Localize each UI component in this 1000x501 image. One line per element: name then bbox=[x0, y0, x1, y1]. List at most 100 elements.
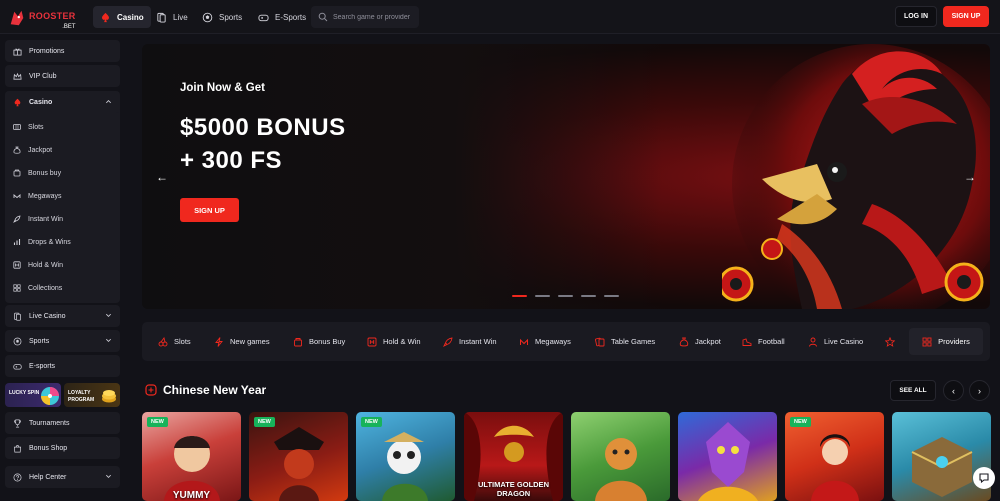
cards-icon bbox=[595, 337, 605, 346]
category-favorites[interactable] bbox=[885, 333, 895, 350]
category-megaways[interactable]: Megaways bbox=[519, 333, 571, 350]
game-tile[interactable] bbox=[571, 412, 670, 501]
sidebar-item-promotions[interactable]: Promotions bbox=[5, 40, 120, 62]
carousel-dot[interactable] bbox=[558, 295, 573, 297]
providers-button[interactable]: Providers bbox=[909, 328, 983, 355]
login-button[interactable]: LOG IN bbox=[895, 6, 937, 27]
sidebar-sub-hold-win[interactable]: Hold & Win bbox=[13, 256, 63, 274]
category-jackpot[interactable]: Jackpot bbox=[679, 333, 721, 350]
sidebar-item-tournaments[interactable]: Tournaments bbox=[5, 412, 120, 434]
chat-button[interactable] bbox=[973, 467, 995, 489]
shop-icon bbox=[13, 444, 22, 452]
game-tile[interactable] bbox=[678, 412, 777, 501]
star-icon bbox=[885, 336, 895, 347]
trophy-icon bbox=[13, 419, 22, 427]
bonus-box-icon bbox=[294, 337, 302, 346]
chevron-down-icon bbox=[106, 313, 111, 317]
banner-subtitle: Join Now & Get bbox=[180, 82, 265, 94]
wheel-icon bbox=[41, 387, 59, 405]
carousel-dot[interactable] bbox=[581, 295, 596, 297]
chevron-up-icon bbox=[106, 100, 111, 104]
sidebar-item-vip[interactable]: VIP Club bbox=[5, 65, 120, 87]
category-live-casino[interactable]: Live Casino bbox=[808, 333, 863, 350]
sidebar-sub-jackpot[interactable]: Jackpot bbox=[13, 141, 52, 159]
chevron-left-icon: ‹ bbox=[952, 385, 955, 396]
nav-casino[interactable]: Casino bbox=[93, 6, 151, 28]
category-label: Slots bbox=[174, 337, 191, 346]
new-badge: NEW bbox=[147, 417, 168, 427]
sidebar-sub-label: Megaways bbox=[28, 192, 62, 200]
carousel-dot[interactable] bbox=[604, 295, 619, 297]
category-new-games[interactable]: New games bbox=[214, 333, 270, 350]
banner-prev-arrow-icon[interactable]: ← bbox=[156, 170, 168, 184]
coins-icon bbox=[102, 390, 116, 403]
sidebar-sub-slots[interactable]: Slots bbox=[13, 118, 44, 136]
chart-bars-icon bbox=[13, 239, 21, 245]
game-tile[interactable]: NEW bbox=[785, 412, 884, 501]
lightning-icon bbox=[215, 336, 223, 347]
game-title: ULTIMATE GOLDEN DRAGON bbox=[478, 480, 549, 498]
sidebar-sub-bonus-buy[interactable]: Bonus buy bbox=[13, 164, 61, 182]
game-tile[interactable]: NEW bbox=[249, 412, 348, 501]
banner-next-arrow-icon[interactable]: → bbox=[964, 170, 976, 184]
category-instant-win[interactable]: Instant Win bbox=[443, 333, 497, 350]
loyalty-program-tile[interactable]: LOYALTY PROGRAM bbox=[64, 383, 120, 407]
nav-esports[interactable]: E-Sports bbox=[251, 6, 313, 28]
sidebar-casino-group: Casino Slots Jackpot Bonus buy Megaways … bbox=[5, 91, 120, 303]
logo-name: ROOSTER bbox=[29, 10, 76, 21]
category-hold-win[interactable]: Hold & Win bbox=[367, 333, 421, 350]
category-label: Jackpot bbox=[695, 337, 721, 346]
rooster-illustration bbox=[722, 44, 990, 309]
game-tile[interactable]: ULTIMATE GOLDEN DRAGON bbox=[464, 412, 563, 501]
site-logo[interactable]: ROOSTER .BET bbox=[8, 6, 84, 30]
game-tile[interactable]: NEW YUMMY bbox=[142, 412, 241, 501]
signup-button[interactable]: SIGN UP bbox=[943, 6, 989, 27]
spade-icon bbox=[14, 98, 21, 106]
nav-sports[interactable]: Sports bbox=[195, 6, 249, 28]
grid-icon bbox=[13, 284, 21, 292]
prev-button[interactable]: ‹ bbox=[943, 380, 964, 401]
game-tile[interactable]: NEW bbox=[356, 412, 455, 501]
sidebar-sub-label: Collections bbox=[28, 284, 63, 292]
search-input[interactable] bbox=[333, 13, 419, 21]
chat-icon bbox=[979, 473, 989, 484]
game-tile[interactable] bbox=[892, 412, 991, 501]
new-badge: NEW bbox=[361, 417, 382, 427]
sidebar-item-casino[interactable]: Casino bbox=[5, 91, 120, 113]
banner-signup-button[interactable]: SIGN UP bbox=[180, 198, 239, 222]
sidebar-item-label: Casino bbox=[29, 98, 53, 106]
hold-win-icon bbox=[367, 337, 377, 346]
sidebar-sub-megaways[interactable]: Megaways bbox=[13, 187, 61, 205]
sidebar-sub-instant-win[interactable]: Instant Win bbox=[13, 210, 63, 228]
banner-title: $5000 BONUS + 300 FS bbox=[180, 111, 440, 177]
category-label: Bonus Buy bbox=[309, 337, 346, 346]
lucky-spin-tile[interactable]: LUCKY SPIN bbox=[5, 383, 61, 407]
category-bonus-buy[interactable]: Bonus Buy bbox=[293, 333, 345, 350]
sidebar-item-esports[interactable]: E-sports bbox=[5, 355, 120, 377]
sidebar-item-bonus-shop[interactable]: Bonus Shop bbox=[5, 437, 120, 459]
chevron-down-icon bbox=[106, 338, 111, 342]
sidebar: Promotions VIP Club Casino Slots Jackpot… bbox=[0, 35, 126, 501]
game-art bbox=[911, 437, 973, 497]
sidebar-sub-label: Bonus buy bbox=[28, 169, 62, 177]
sidebar-item-live-casino[interactable]: Live Casino bbox=[5, 305, 120, 327]
sidebar-sub-collections[interactable]: Collections bbox=[13, 279, 62, 297]
carousel-dot[interactable] bbox=[512, 295, 527, 297]
see-all-button[interactable]: SEE ALL bbox=[890, 380, 936, 401]
section-title: Chinese New Year bbox=[163, 383, 267, 397]
carousel-dot[interactable] bbox=[535, 295, 550, 297]
chevron-right-icon: › bbox=[978, 385, 981, 396]
sidebar-item-sports[interactable]: Sports bbox=[5, 330, 120, 352]
hero-banner[interactable]: Join Now & Get $5000 BONUS + 300 FS SIGN… bbox=[142, 44, 990, 309]
category-slots[interactable]: Slots bbox=[158, 333, 191, 350]
nav-live[interactable]: Live bbox=[149, 6, 195, 28]
search-box[interactable] bbox=[311, 6, 419, 28]
category-table-games[interactable]: Table Games bbox=[595, 333, 655, 350]
category-label: Football bbox=[758, 337, 785, 346]
next-button[interactable]: › bbox=[969, 380, 990, 401]
sidebar-sub-drops-wins[interactable]: Drops & Wins bbox=[13, 233, 71, 251]
sidebar-item-help[interactable]: Help Center bbox=[5, 466, 120, 488]
category-football[interactable]: Football bbox=[742, 333, 785, 350]
megaways-icon bbox=[520, 338, 528, 345]
game-row: NEW YUMMY NEW NEW ULTIMATE GOLDEN DRAGON… bbox=[142, 412, 991, 501]
